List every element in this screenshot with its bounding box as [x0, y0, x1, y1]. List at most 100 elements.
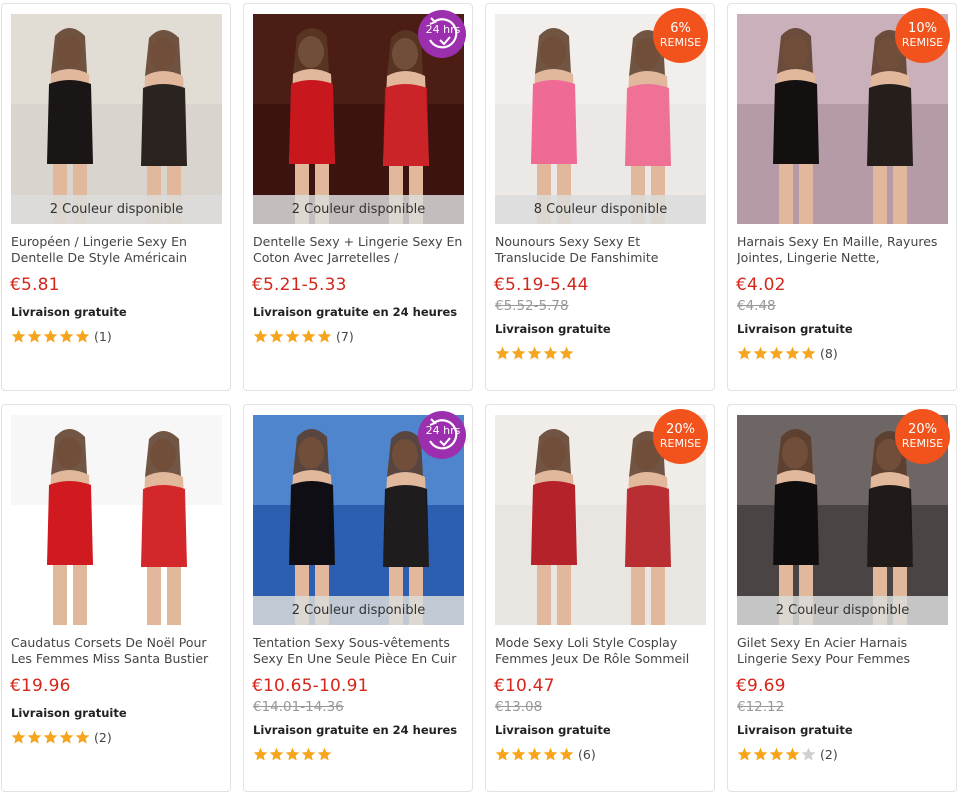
star-filled-icon	[737, 346, 752, 360]
star-filled-icon	[253, 747, 268, 761]
colors-available-label: 2 Couleur disponible	[253, 596, 464, 625]
original-price: €14.01-14.36	[253, 699, 344, 715]
product-card[interactable]: 10% REMISE Harnais Sexy En Maille, Rayures…	[727, 3, 957, 391]
product-title[interactable]: Harnais Sexy En Maille, Rayures Jointes,…	[737, 234, 951, 266]
star-filled-icon	[785, 747, 800, 761]
rating-stars	[737, 346, 816, 361]
review-count[interactable]: (8)	[820, 346, 838, 361]
colors-available-label: 8 Couleur disponible	[495, 195, 706, 224]
product-title[interactable]: Tentation Sexy Sous-vêtements Sexy En Un…	[253, 635, 467, 667]
star-filled-icon	[511, 346, 526, 360]
review-count[interactable]: (1)	[94, 329, 112, 344]
star-filled-icon	[317, 329, 332, 343]
star-filled-icon	[527, 346, 542, 360]
star-filled-icon	[543, 346, 558, 360]
discount-badge: 20% REMISE	[653, 409, 708, 464]
star-filled-icon	[801, 346, 816, 360]
star-filled-icon	[27, 329, 42, 343]
rating[interactable]: (8)	[737, 346, 838, 361]
rating-stars	[11, 329, 90, 344]
discount-label: REMISE	[901, 436, 944, 450]
product-image[interactable]: 2 Couleur disponible	[11, 14, 222, 224]
rating[interactable]: (7)	[253, 329, 354, 344]
star-filled-icon	[285, 747, 300, 761]
product-card[interactable]: 2 Couleur disponible Européen / Lingerie …	[1, 3, 231, 391]
star-filled-icon	[559, 747, 574, 761]
rating-stars	[11, 730, 90, 745]
star-filled-icon	[527, 747, 542, 761]
product-card[interactable]: 8 Couleur disponible 6% REMISE Nounours Sex…	[485, 3, 715, 391]
star-filled-icon	[11, 329, 26, 343]
product-card[interactable]: 2 Couleur disponible 24 hrs Tentation Sexy…	[243, 404, 473, 792]
review-count[interactable]: (6)	[578, 747, 596, 762]
colors-available-label: 2 Couleur disponible	[11, 195, 222, 224]
discount-badge: 10% REMISE	[895, 8, 950, 63]
product-price: €5.19-5.44	[494, 275, 589, 295]
star-empty-icon	[801, 747, 816, 761]
rating[interactable]: (2)	[737, 747, 838, 762]
star-filled-icon	[543, 747, 558, 761]
product-title[interactable]: Dentelle Sexy + Lingerie Sexy En Coton A…	[253, 234, 467, 266]
product-image[interactable]	[11, 415, 222, 625]
product-price: €5.21-5.33	[252, 275, 347, 295]
star-filled-icon	[269, 747, 284, 761]
star-filled-icon	[511, 747, 526, 761]
product-card[interactable]: 2 Couleur disponible 20% REMISE Gilet Sexy …	[727, 404, 957, 792]
product-card[interactable]: 20% REMISE Mode Sexy Loli Style Cosplay Fe…	[485, 404, 715, 792]
rating[interactable]	[495, 346, 574, 361]
discount-badge: 6% REMISE	[653, 8, 708, 63]
shipping-label: Livraison gratuite	[11, 706, 127, 720]
star-filled-icon	[495, 346, 510, 360]
discount-percent: 20%	[666, 422, 695, 438]
product-title[interactable]: Mode Sexy Loli Style Cosplay Femmes Jeux…	[495, 635, 709, 667]
discount-percent: 6%	[670, 21, 691, 37]
product-price: €19.96	[10, 676, 71, 696]
rating-stars	[253, 329, 332, 344]
product-price: €10.47	[494, 676, 555, 696]
star-filled-icon	[769, 346, 784, 360]
product-price: €9.69	[736, 676, 786, 696]
star-filled-icon	[753, 346, 768, 360]
star-filled-icon	[285, 329, 300, 343]
discount-percent: 20%	[908, 422, 937, 438]
review-count[interactable]: (7)	[336, 329, 354, 344]
star-filled-icon	[75, 730, 90, 744]
delivery-24h-icon: 24 hrs	[418, 10, 466, 58]
star-filled-icon	[59, 329, 74, 343]
product-card[interactable]: 2 Couleur disponible 24 hrs Dentelle Sexy …	[243, 3, 473, 391]
rating[interactable]: (2)	[11, 730, 112, 745]
rating[interactable]: (6)	[495, 747, 596, 762]
rating-stars	[253, 747, 332, 762]
shipping-label: Livraison gratuite en 24 heures	[253, 723, 458, 737]
product-title[interactable]: Européen / Lingerie Sexy En Dentelle De …	[11, 234, 225, 266]
star-filled-icon	[59, 730, 74, 744]
shipping-label: Livraison gratuite	[11, 305, 127, 319]
rating-stars	[495, 747, 574, 762]
star-filled-icon	[559, 346, 574, 360]
star-filled-icon	[301, 329, 316, 343]
discount-percent: 10%	[908, 21, 937, 37]
review-count[interactable]: (2)	[94, 730, 112, 745]
product-title[interactable]: Nounours Sexy Sexy Et Translucide De Fan…	[495, 234, 709, 266]
rating[interactable]	[253, 747, 332, 762]
star-filled-icon	[769, 747, 784, 761]
colors-available-label: 2 Couleur disponible	[737, 596, 948, 625]
product-card[interactable]: Caudatus Corsets De Noël Pour Les Femmes…	[1, 404, 231, 792]
shipping-label: Livraison gratuite en 24 heures	[253, 305, 458, 319]
shipping-label: Livraison gratuite	[737, 723, 853, 737]
product-price: €5.81	[10, 275, 60, 295]
product-title[interactable]: Gilet Sexy En Acier Harnais Lingerie Sex…	[737, 635, 951, 667]
star-filled-icon	[27, 730, 42, 744]
product-price: €10.65-10.91	[252, 676, 369, 696]
rating[interactable]: (1)	[11, 329, 112, 344]
star-filled-icon	[301, 747, 316, 761]
discount-badge: 20% REMISE	[895, 409, 950, 464]
product-grid: 2 Couleur disponible Européen / Lingerie …	[0, 0, 962, 803]
star-filled-icon	[43, 329, 58, 343]
star-filled-icon	[11, 730, 26, 744]
product-title[interactable]: Caudatus Corsets De Noël Pour Les Femmes…	[11, 635, 225, 667]
review-count[interactable]: (2)	[820, 747, 838, 762]
rating-stars	[495, 346, 574, 361]
product-photo	[11, 415, 222, 625]
star-filled-icon	[75, 329, 90, 343]
